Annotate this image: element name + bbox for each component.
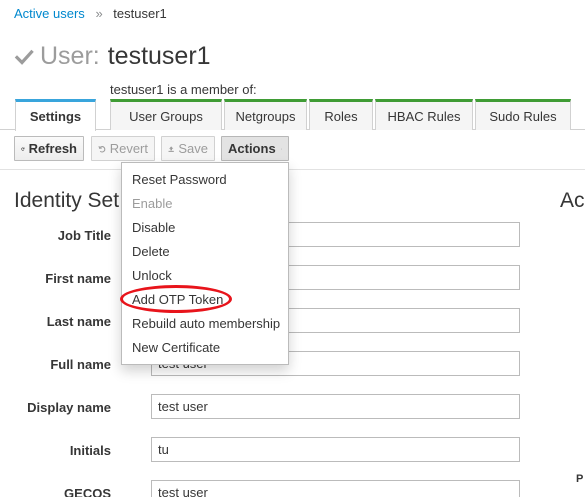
account-settings-heading: Ac — [560, 189, 585, 212]
caret-down-icon — [280, 148, 282, 149]
refresh-button-label: Refresh — [28, 141, 77, 156]
actions-dropdown-button[interactable]: Actions — [221, 136, 289, 161]
menu-item-enable: Enable — [132, 196, 173, 211]
tab-sudo-rules[interactable]: Sudo Rules — [475, 99, 571, 130]
menu-item-unlock[interactable]: Unlock — [132, 268, 172, 283]
actions-dropdown-menu: Reset Password Enable Disable Delete Unl… — [121, 162, 289, 365]
menu-item-reset-password[interactable]: Reset Password — [132, 172, 227, 187]
refresh-button[interactable]: Refresh — [14, 136, 84, 161]
member-of-label: testuser1 is a member of: — [110, 82, 257, 97]
field-label-full-name: Full name — [50, 357, 111, 372]
menu-item-add-otp-token[interactable]: Add OTP Token — [132, 292, 223, 307]
breadcrumb-separator: » — [95, 6, 103, 21]
tab-label: User Groups — [129, 108, 203, 124]
field-label-initials: Initials — [69, 443, 111, 458]
tab-settings[interactable]: Settings — [15, 99, 96, 131]
tab-label: Sudo Rules — [489, 108, 557, 124]
actions-button-label: Actions — [228, 141, 276, 156]
save-button-label: Save — [178, 141, 208, 156]
breadcrumb-current: testuser1 — [113, 6, 167, 21]
toolbar-divider — [0, 169, 585, 170]
initials-input[interactable] — [151, 437, 520, 462]
facet-tabs: Settings User Groups Netgroups Roles HBA… — [0, 99, 585, 131]
undo-icon — [98, 145, 106, 152]
revert-button[interactable]: Revert — [91, 136, 155, 161]
tab-label: Settings — [29, 109, 82, 124]
page-title-prefix: User: — [40, 42, 100, 70]
field-label-gecos: GECOS — [64, 486, 111, 497]
field-label-first-name: First name — [45, 271, 111, 286]
menu-item-rebuild-auto-membership[interactable]: Rebuild auto membership — [132, 316, 280, 331]
save-button[interactable]: Save — [161, 136, 215, 161]
tab-hbac-rules[interactable]: HBAC Rules — [375, 99, 473, 130]
page-title-entity: testuser1 — [107, 42, 211, 70]
tab-label: HBAC Rules — [387, 108, 461, 124]
breadcrumb: Active users » testuser1 — [14, 6, 167, 21]
menu-item-disable[interactable]: Disable — [132, 220, 175, 235]
field-label-job-title: Job Title — [57, 228, 111, 243]
tab-label: Netgroups — [235, 108, 296, 124]
tab-label: Roles — [324, 108, 358, 124]
revert-button-label: Revert — [109, 141, 148, 156]
breadcrumb-link-active-users[interactable]: Active users — [14, 6, 85, 21]
field-label-display-name: Display name — [27, 400, 111, 415]
menu-item-new-certificate[interactable]: New Certificate — [132, 340, 220, 355]
display-name-input[interactable] — [151, 394, 520, 419]
identity-settings-heading: Identity Set — [14, 189, 120, 212]
field-label-last-name: Last name — [46, 314, 111, 329]
tab-user-groups[interactable]: User Groups — [110, 99, 222, 130]
refresh-icon — [21, 146, 25, 151]
tab-roles[interactable]: Roles — [309, 99, 373, 130]
page-title: User: testuser1 — [14, 42, 211, 71]
check-icon — [14, 49, 34, 65]
upload-icon — [168, 145, 174, 152]
right-column-label-fragment: P — [576, 473, 584, 485]
tab-netgroups[interactable]: Netgroups — [224, 99, 307, 130]
menu-item-delete[interactable]: Delete — [132, 244, 170, 259]
gecos-input[interactable] — [151, 480, 520, 497]
